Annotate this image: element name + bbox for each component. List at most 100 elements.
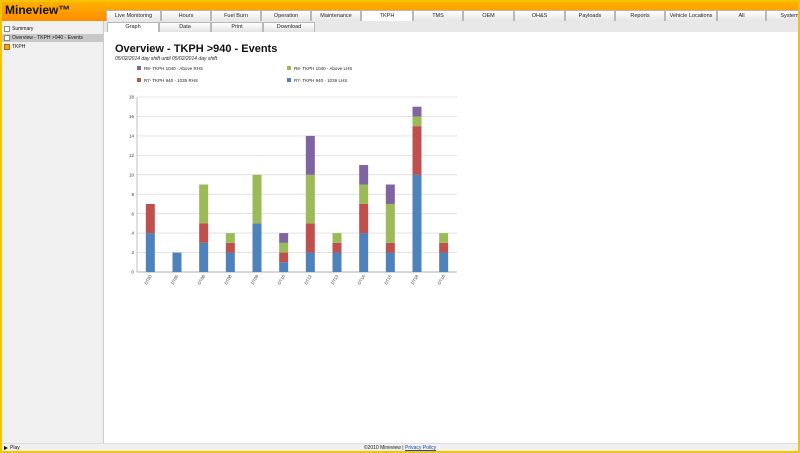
- view-subtabs: Graph Data Print Download: [107, 22, 315, 32]
- copyright-text: ©2010 Mineview |: [363, 445, 405, 451]
- tab-fuel-burn[interactable]: Fuel Burn: [211, 10, 261, 21]
- legend-swatch: [137, 78, 141, 82]
- bar-segment: [305, 135, 315, 175]
- y-tick-label: 14: [129, 133, 135, 138]
- bar-segment: [305, 223, 315, 253]
- bar-segment: [279, 252, 289, 263]
- subtab-print[interactable]: Print: [211, 22, 263, 32]
- bar-segment: [332, 242, 342, 253]
- y-tick-label: 6: [131, 211, 134, 216]
- x-tick-label: DT12: [303, 273, 313, 285]
- x-tick-label: DT13: [330, 273, 340, 285]
- bar-segment: [305, 174, 315, 224]
- bar-segment: [172, 252, 182, 272]
- sidebar-item-label: Summary: [12, 26, 34, 32]
- bar-segment: [332, 252, 342, 272]
- bar-segment: [199, 223, 209, 243]
- privacy-policy-link[interactable]: Privacy Policy: [405, 445, 436, 451]
- page-subtitle: 05/02/2014 day shift until 05/02/2014 da…: [115, 56, 218, 62]
- x-tick-label: DT08: [223, 273, 233, 285]
- y-tick-label: 4: [131, 231, 134, 236]
- bar-segment: [252, 223, 262, 272]
- bar-segment: [359, 165, 369, 185]
- page-title: Overview - TKPH >940 - Events: [115, 43, 278, 55]
- legend-entry: R7- TKPH 940 - 1039 LHS: [287, 78, 347, 83]
- app-logo: Mineview™: [5, 3, 71, 17]
- legend-label: R7- TKPH 940 - 1035 RHS: [144, 78, 198, 83]
- bar-segment: [412, 116, 422, 127]
- y-tick-label: 0: [131, 270, 134, 275]
- tab-hours[interactable]: Hours: [161, 10, 211, 21]
- x-tick-label: DT09: [250, 273, 260, 285]
- x-tick-label: DT10: [277, 273, 287, 285]
- folder-icon: [4, 44, 10, 50]
- x-tick-label: DT16: [437, 273, 447, 285]
- legend-label: R8- TKPH 1040 - Above LHS: [294, 66, 353, 71]
- y-tick-label: 2: [131, 250, 134, 255]
- bar-segment: [199, 184, 209, 224]
- sidebar-item-label: Overview - TKPH >940 - Events: [12, 35, 83, 41]
- sidebar-item-label: TKPH: [12, 44, 26, 50]
- footer: Play ©2010 Mineview | Privacy Policy: [2, 443, 798, 451]
- tab-system[interactable]: System: [766, 10, 798, 21]
- y-tick-label: 8: [131, 192, 134, 197]
- legend-swatch: [287, 66, 291, 70]
- bar-segment: [385, 184, 395, 204]
- bar-segment: [359, 184, 369, 204]
- y-tick-label: 10: [129, 172, 135, 177]
- tab-operation[interactable]: Operation: [261, 10, 311, 21]
- legend-swatch: [287, 78, 291, 82]
- document-icon: [4, 26, 10, 32]
- tab-oem[interactable]: OEM: [463, 10, 514, 21]
- bar-segment: [225, 233, 235, 243]
- main-content: Overview - TKPH >940 - Events 05/02/2014…: [105, 32, 798, 443]
- bar-segment: [279, 233, 289, 243]
- sidebar-item[interactable]: TKPH: [2, 43, 103, 51]
- tab-maintenance[interactable]: Maintenance: [311, 10, 361, 21]
- bar-segment: [439, 242, 449, 253]
- sidebar-tree: Summary Overview - TKPH >940 - Events TKPH: [2, 25, 103, 51]
- subtab-data[interactable]: Data: [159, 22, 211, 32]
- x-tick-label: DT15: [383, 273, 393, 285]
- sidebar: Summary Overview - TKPH >940 - Events TKPH: [2, 21, 104, 443]
- bar-segment: [279, 242, 289, 253]
- bar-segment: [359, 233, 369, 272]
- bar-segment: [439, 233, 449, 243]
- legend-label: R7- TKPH 940 - 1039 LHS: [294, 78, 348, 83]
- bar-segment: [385, 203, 395, 243]
- sidebar-item[interactable]: Overview - TKPH >940 - Events: [2, 34, 103, 42]
- bar-segment: [145, 203, 155, 234]
- tab-payloads[interactable]: Payloads: [565, 10, 615, 21]
- tab-tms[interactable]: TMS: [413, 10, 463, 21]
- bar-segment: [279, 262, 289, 272]
- tab-reports[interactable]: Reports: [615, 10, 665, 21]
- document-icon: [4, 35, 10, 41]
- bar-segment: [225, 252, 235, 272]
- tab-oh-s[interactable]: OH&S: [514, 10, 565, 21]
- bar-segment: [359, 203, 369, 234]
- tab-tkph[interactable]: TKPH: [361, 10, 413, 21]
- main-nav-tabs: Live Monitoring Hours Fuel Burn Operation Ma…: [106, 10, 798, 21]
- chart-legend: R8- TKPH 1040 - Above RHS R8- TKPH 1040 -…: [137, 66, 437, 86]
- stacked-bar-chart: 0 2 4 6 8 10 12 14 16 18 DT03 DT05 DT06 DT08 DT09 DT10 D…: [129, 95, 457, 285]
- x-tick-label: DT18: [410, 273, 420, 285]
- bar-segment: [385, 252, 395, 272]
- bar-segment: [439, 252, 449, 272]
- tab-vehicle-locations[interactable]: Vehicle Locations: [665, 10, 717, 21]
- y-tick-label: 12: [129, 153, 135, 158]
- bar-segment: [332, 233, 342, 243]
- subtab-download[interactable]: Download: [263, 22, 315, 32]
- bar-segment: [145, 233, 155, 272]
- sidebar-item[interactable]: Summary: [2, 25, 103, 33]
- y-tick-label: 16: [129, 114, 135, 119]
- bar-segment: [305, 252, 315, 272]
- bar-segment: [225, 242, 235, 253]
- subtab-graph[interactable]: Graph: [107, 22, 159, 32]
- tab-live-monitoring[interactable]: Live Monitoring: [106, 10, 161, 21]
- x-tick-label: DT14: [357, 273, 367, 285]
- copyright: ©2010 Mineview | Privacy Policy: [2, 444, 798, 451]
- bar-segment: [252, 174, 262, 224]
- legend-entry: R8- TKPH 1040 - Above RHS: [137, 66, 203, 71]
- x-tick-label: DT05: [170, 273, 180, 285]
- tab-all[interactable]: All: [717, 10, 766, 21]
